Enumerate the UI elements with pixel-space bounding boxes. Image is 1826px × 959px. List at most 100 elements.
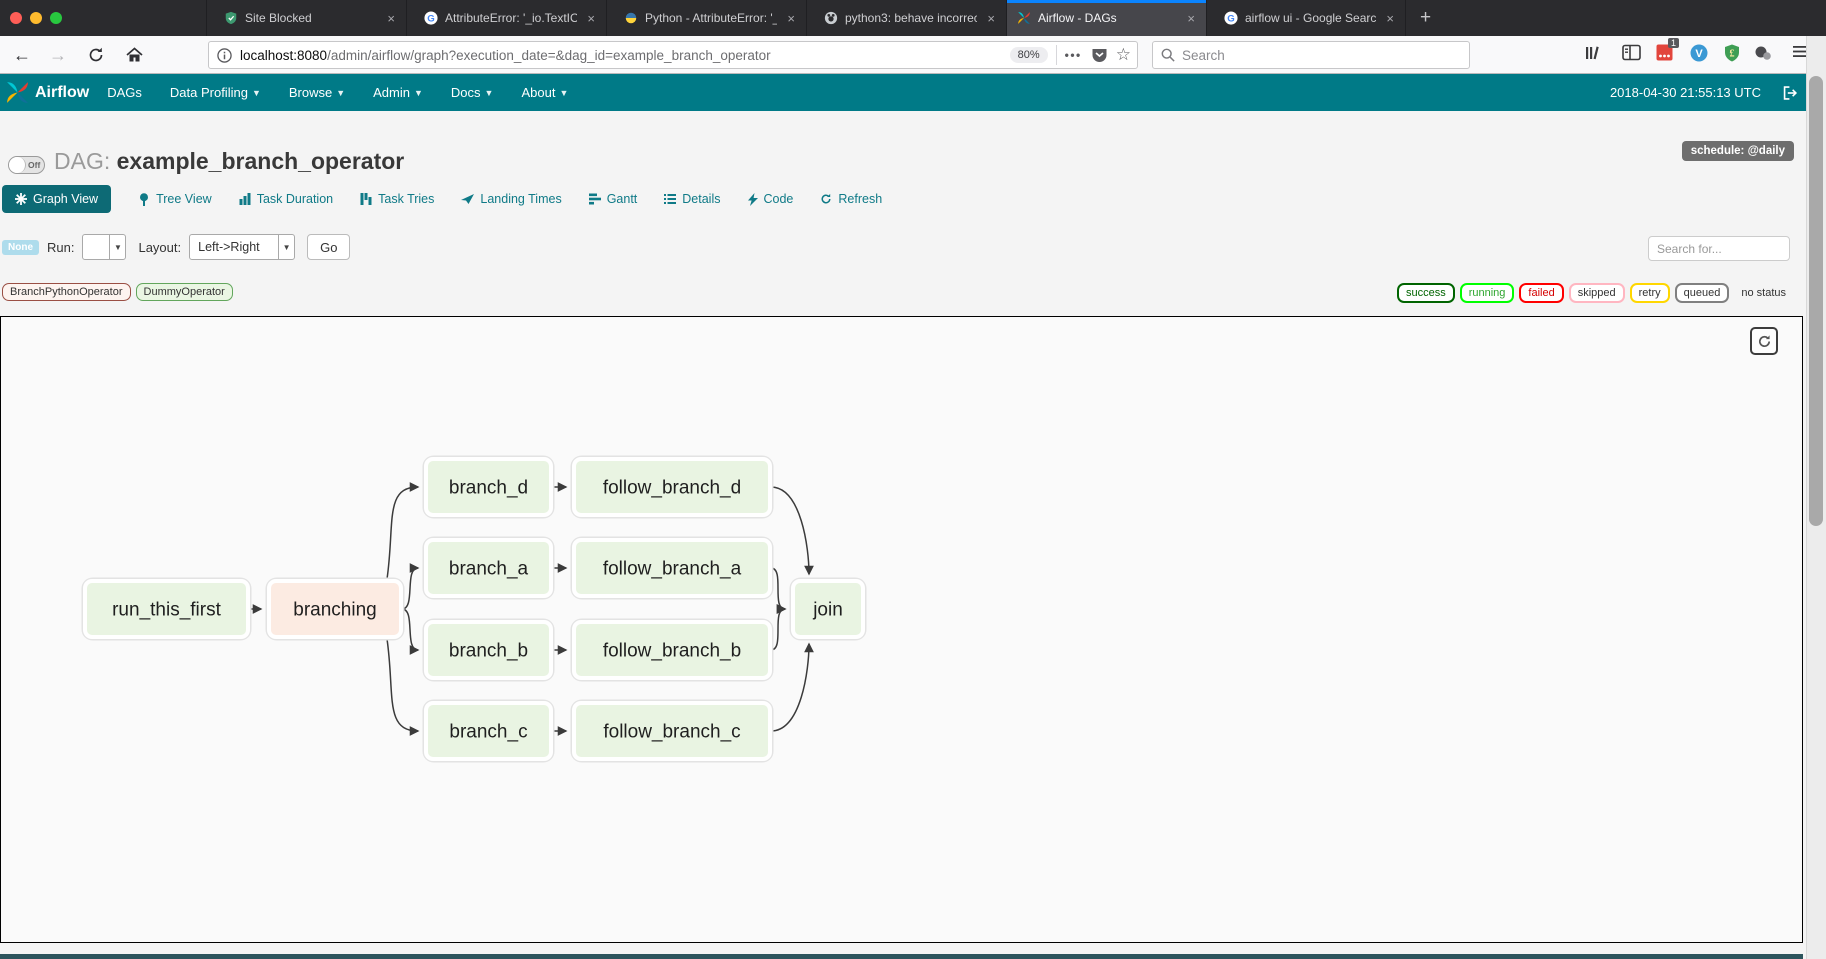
url-bar[interactable]: localhost:8080/admin/airflow/graph?execu…	[208, 41, 1138, 69]
dag-node[interactable]: branch_d	[423, 456, 555, 519]
browser-search-box[interactable]	[1152, 41, 1470, 69]
svg-text:join: join	[812, 600, 843, 621]
logout-icon[interactable]	[1783, 86, 1798, 100]
home-button[interactable]	[120, 41, 148, 69]
view-tab-label: Task Tries	[378, 192, 434, 206]
url-path: /admin/airflow/graph?execution_date=&dag…	[327, 48, 771, 63]
tab-close-icon[interactable]: ×	[1383, 11, 1397, 26]
run-select[interactable]: ▼	[82, 234, 126, 260]
gantt-icon	[589, 193, 601, 205]
view-tab-label: Code	[764, 192, 794, 206]
toggle-label: Off	[26, 160, 40, 170]
browser-tab[interactable]: GAttributeError: '_io.TextIOWrapp×	[406, 0, 606, 36]
close-window-button[interactable]	[10, 12, 22, 24]
nav-item-admin[interactable]: Admin▼	[373, 85, 423, 100]
google-icon: G	[1224, 11, 1238, 25]
minimize-window-button[interactable]	[30, 12, 42, 24]
nav-item-docs[interactable]: Docs▼	[451, 85, 494, 100]
adblock-extension-icon[interactable]: 1	[1656, 44, 1673, 61]
library-icon[interactable]	[1584, 44, 1602, 62]
back-button[interactable]: ←	[8, 41, 36, 69]
go-button[interactable]: Go	[307, 234, 350, 260]
dag-pause-toggle[interactable]: Off	[8, 156, 45, 174]
shield-green-icon	[224, 11, 238, 25]
duration-icon	[239, 193, 251, 205]
view-tab-gantt[interactable]: Gantt	[589, 192, 638, 206]
url-text: localhost:8080/admin/airflow/graph?execu…	[240, 48, 1010, 63]
nav-item-dags[interactable]: DAGs	[107, 85, 142, 100]
browser-tab[interactable]: Python - AttributeError: '_io.Te×	[606, 0, 806, 36]
view-tab-graph-view[interactable]: Graph View	[2, 185, 111, 213]
dag-node[interactable]: branch_a	[423, 537, 555, 600]
code-icon	[748, 193, 758, 206]
bookmark-star-icon[interactable]: ☆	[1116, 45, 1131, 65]
nav-item-data-profiling[interactable]: Data Profiling▼	[170, 85, 261, 100]
reload-button[interactable]	[82, 41, 110, 69]
view-tab-task-tries[interactable]: Task Tries	[360, 192, 434, 206]
dag-graph-panel: run_this_firstbranching branch_d branch_ab…	[0, 316, 1803, 943]
tab-title: Site Blocked	[245, 11, 377, 25]
view-tab-code[interactable]: Code	[748, 192, 794, 206]
tab-close-icon[interactable]: ×	[784, 11, 798, 26]
dag-node[interactable]: join	[790, 578, 867, 641]
browser-search-input[interactable]	[1182, 48, 1461, 63]
spheres-extension-icon[interactable]	[1754, 44, 1773, 62]
forward-button[interactable]: →	[44, 41, 72, 69]
dag-node[interactable]: follow_branch_d	[571, 456, 774, 519]
tab-strip: Site Blocked × G AttributeError: '_io.TextI…	[206, 0, 1406, 36]
dag-node[interactable]: follow_branch_c	[571, 700, 774, 763]
browser-tab[interactable]: python3: behave incorrectly mo ×	[806, 0, 1006, 36]
maximize-window-button[interactable]	[50, 12, 62, 24]
task-search-input[interactable]	[1648, 236, 1790, 261]
browser-tab[interactable]: Site Blocked ×	[206, 0, 406, 36]
view-tab-label: Task Duration	[257, 192, 333, 206]
extension-v-icon[interactable]: V	[1690, 44, 1708, 62]
search-icon	[1161, 48, 1175, 62]
graph-refresh-button[interactable]	[1750, 327, 1778, 355]
nav-item-browse[interactable]: Browse▼	[289, 85, 345, 100]
new-tab-button[interactable]: +	[1406, 0, 1445, 36]
run-controls: None Run: ▼ Layout: Left->Right ▼ Go	[2, 233, 350, 261]
view-tab-refresh[interactable]: Refresh	[820, 192, 882, 206]
dag-node[interactable]: follow_branch_b	[571, 619, 774, 682]
tab-close-icon[interactable]: ×	[384, 11, 398, 26]
tab-close-icon[interactable]: ×	[584, 11, 598, 26]
schedule-badge: schedule: @daily	[1682, 141, 1794, 161]
dag-node[interactable]: run_this_first	[82, 578, 252, 641]
nav-item-about[interactable]: About▼	[521, 85, 568, 100]
dag-node[interactable]: branch_c	[423, 700, 555, 763]
tab-title: AttributeError: '_io.TextIOWrapp	[445, 11, 577, 25]
dag-edge	[771, 644, 809, 731]
sidebar-toggle-icon[interactable]	[1622, 44, 1641, 61]
airflow-logo-icon	[5, 80, 30, 105]
zoom-level-badge[interactable]: 80%	[1010, 47, 1048, 63]
run-label: Run:	[47, 240, 74, 255]
airflow-brand[interactable]: Airflow	[5, 80, 89, 105]
privacy-shield-icon[interactable]: £	[1724, 44, 1740, 62]
toggle-knob	[9, 157, 26, 173]
view-tab-landing-times[interactable]: Landing Times	[461, 192, 561, 206]
scrollbar-thumb[interactable]	[1809, 76, 1823, 526]
tab-title: python3: behave incorrectly mo	[845, 11, 977, 25]
info-icon	[217, 48, 232, 63]
svg-text:follow_branch_c: follow_branch_c	[603, 722, 740, 743]
status-legend-no-status: no status	[1734, 285, 1793, 301]
view-tab-task-duration[interactable]: Task Duration	[239, 192, 333, 206]
pocket-icon[interactable]	[1091, 47, 1108, 63]
navbar-menu: DAGs Data Profiling▼ Browse▼ Admin▼ Docs▼ Abo…	[107, 85, 568, 100]
layout-select[interactable]: Left->Right ▼	[189, 234, 295, 260]
browser-tab[interactable]: Airflow - DAGs×	[1006, 0, 1206, 36]
dag-node[interactable]: branching	[266, 578, 405, 641]
dag-node[interactable]: branch_b	[423, 619, 555, 682]
browser-tab[interactable]: Gairflow ui - Google Search×	[1206, 0, 1406, 36]
page-actions-icon[interactable]: •••	[1065, 48, 1082, 62]
tab-close-icon[interactable]: ×	[984, 11, 998, 26]
url-host: localhost:8080	[240, 48, 327, 63]
operator-legend-pill: BranchPythonOperator	[2, 283, 131, 301]
view-tab-tree-view[interactable]: Tree View	[138, 192, 212, 206]
scrollbar[interactable]	[1806, 36, 1826, 959]
tab-close-icon[interactable]: ×	[1184, 11, 1198, 26]
dag-node[interactable]: follow_branch_a	[571, 537, 774, 600]
view-tab-label: Graph View	[33, 192, 98, 206]
view-tab-details[interactable]: Details	[664, 192, 720, 206]
